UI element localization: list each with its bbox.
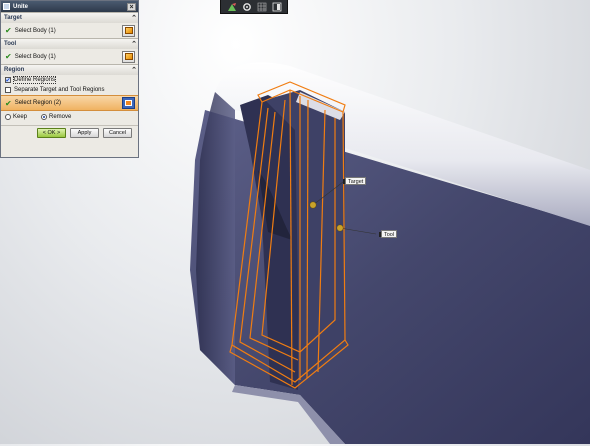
apply-button[interactable]: Apply: [70, 128, 99, 138]
select-body-button[interactable]: [122, 50, 135, 63]
target-marker: [309, 201, 317, 209]
collapse-icon[interactable]: ⌃: [130, 40, 138, 48]
region-group-header[interactable]: Region ⌃: [1, 64, 138, 75]
keep-remove-row: Keep Remove: [1, 111, 138, 122]
target-select-row[interactable]: ✔ Select Body (1): [1, 23, 138, 38]
collapse-icon[interactable]: ⌃: [130, 66, 138, 74]
app-icon: [3, 3, 10, 10]
snap-icon[interactable]: [226, 2, 237, 12]
tool-group-header[interactable]: Tool ⌃: [1, 38, 138, 49]
check-icon: ✔: [5, 52, 12, 61]
region-header-label: Region: [4, 67, 25, 73]
define-regions-checkbox[interactable]: ✔: [5, 77, 11, 84]
grid-icon[interactable]: [256, 2, 267, 12]
tool-header-label: Tool: [4, 41, 17, 47]
gear-icon[interactable]: [241, 2, 252, 12]
remove-label: Remove: [49, 113, 72, 120]
target-header-label: Target: [4, 15, 22, 21]
select-region-label: Select Region (2): [14, 100, 62, 106]
tool-select-row[interactable]: ✔ Select Body (1): [1, 49, 138, 64]
check-icon: ✔: [5, 98, 12, 108]
cube-icon: [124, 53, 133, 60]
dialog-title: Unite: [13, 3, 28, 10]
target-group-header[interactable]: Target ⌃: [1, 12, 138, 23]
keep-radio[interactable]: [5, 113, 11, 120]
layout-icon[interactable]: [271, 2, 282, 12]
remove-radio[interactable]: [41, 113, 48, 120]
cancel-button[interactable]: Cancel: [103, 128, 132, 138]
select-region-button[interactable]: [122, 97, 135, 109]
dialog-buttons: < OK > Apply Cancel: [1, 125, 138, 140]
define-regions-label: Define Regions: [12, 76, 57, 84]
cube-icon: [124, 27, 133, 34]
unite-dialog: Unite × Target ⌃ ✔ Select Body (1) Tool …: [0, 0, 139, 158]
region-icon: [125, 100, 132, 106]
select-body-button[interactable]: [122, 24, 135, 37]
separate-regions-row[interactable]: Separate Target and Tool Regions: [1, 85, 138, 95]
check-icon: ✔: [5, 26, 12, 35]
tool-marker: [336, 224, 344, 232]
target-tag: Target: [342, 177, 367, 185]
collapse-icon[interactable]: ⌃: [130, 14, 138, 22]
keep-label: Keep: [13, 113, 28, 120]
separate-regions-checkbox[interactable]: [5, 87, 11, 93]
separate-regions-label: Separate Target and Tool Regions: [14, 87, 105, 93]
define-regions-row[interactable]: ✔ Define Regions: [1, 75, 138, 85]
close-icon[interactable]: ×: [127, 2, 136, 11]
target-select-label: Select Body (1): [14, 27, 56, 34]
view-toolbar: [220, 0, 288, 14]
dialog-title-bar[interactable]: Unite ×: [1, 1, 138, 12]
tool-select-label: Select Body (1): [14, 53, 56, 60]
tool-tag: Tool: [378, 230, 398, 238]
ok-button[interactable]: < OK >: [37, 128, 66, 138]
select-region-row[interactable]: ✔ Select Region (2): [1, 95, 138, 111]
